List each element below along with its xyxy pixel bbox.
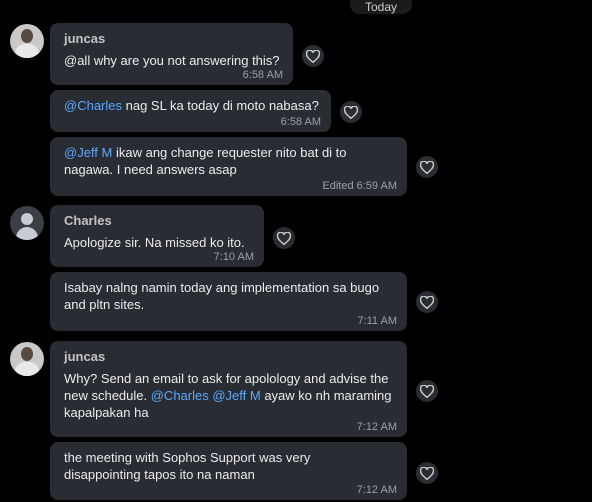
heart-outline-icon[interactable]	[416, 380, 438, 402]
heart-outline-icon[interactable]	[416, 462, 438, 484]
message-bubble[interactable]: the meeting with Sophos Support was very…	[50, 442, 407, 500]
message-text: Isabay nalng namin today ang implementat…	[64, 280, 380, 312]
avatar-juncas[interactable]	[10, 342, 44, 376]
message-text: Why? Send an email to ask for apolology …	[64, 371, 392, 420]
message-text: Apologize sir. Na missed ko ito.	[64, 235, 245, 250]
message-bubble[interactable]: juncas @all why are you not answering th…	[50, 23, 293, 85]
avatar-juncas[interactable]	[10, 24, 44, 58]
heart-outline-icon[interactable]	[302, 45, 324, 67]
message-time: 7:12 AM	[356, 484, 397, 496]
message-bubble[interactable]: juncas Why? Send an email to ask for apo…	[50, 341, 407, 437]
mention-link[interactable]: @Charles	[151, 388, 209, 403]
message-time: Edited 6:59 AM	[322, 180, 397, 192]
message-bubble[interactable]: Charles Apologize sir. Na missed ko ito.…	[50, 205, 264, 267]
mention-link[interactable]: @Jeff M	[64, 145, 112, 160]
message-text: @Charles nag SL ka today di moto nabasa?	[64, 98, 319, 113]
message-time: 7:11 AM	[357, 315, 397, 327]
message-bubble[interactable]: @Jeff M ikaw ang change requester nito b…	[50, 137, 407, 196]
message-bubble[interactable]: Isabay nalng namin today ang implementat…	[50, 272, 407, 331]
sender-name[interactable]: juncas	[64, 349, 105, 364]
message-time: 7:10 AM	[213, 251, 254, 263]
mention-link[interactable]: @Jeff M	[212, 388, 260, 403]
message-text: the meeting with Sophos Support was very…	[64, 450, 311, 482]
sender-name[interactable]: Charles	[64, 213, 112, 228]
date-divider: Today	[350, 0, 412, 14]
heart-outline-icon[interactable]	[273, 227, 295, 249]
message-time: 6:58 AM	[242, 69, 283, 81]
mention-link[interactable]: @Charles	[64, 98, 122, 113]
avatar-charles[interactable]	[10, 206, 44, 240]
message-text: @all why are you not answering this?	[64, 53, 280, 68]
message-bubble[interactable]: @Charles nag SL ka today di moto nabasa?…	[50, 90, 331, 132]
message-text: @Jeff M ikaw ang change requester nito b…	[64, 145, 347, 177]
heart-outline-icon[interactable]	[416, 291, 438, 313]
sender-name[interactable]: juncas	[64, 31, 105, 46]
heart-outline-icon[interactable]	[340, 101, 362, 123]
message-time: 6:58 AM	[280, 116, 321, 128]
heart-outline-icon[interactable]	[416, 156, 438, 178]
message-time: 7:12 AM	[356, 421, 397, 433]
